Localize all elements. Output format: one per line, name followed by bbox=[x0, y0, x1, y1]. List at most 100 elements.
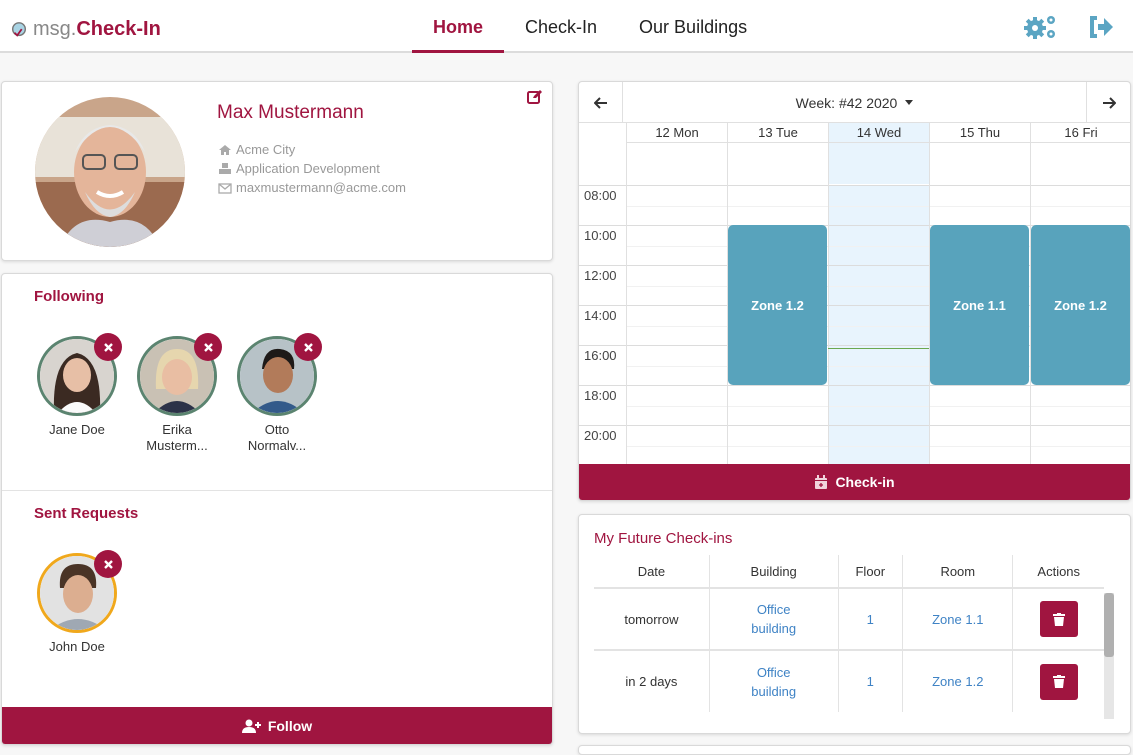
following-person[interactable]: Otto Normalv... bbox=[237, 333, 322, 454]
profile-name: Max Mustermann bbox=[217, 102, 364, 123]
all-day-cell[interactable] bbox=[1030, 142, 1130, 184]
cubes-icon bbox=[219, 162, 231, 174]
half-hour-line bbox=[626, 406, 1130, 407]
prev-week-button[interactable] bbox=[579, 82, 623, 123]
home-icon bbox=[219, 144, 231, 155]
person-name: Otto Normalv... bbox=[247, 422, 307, 453]
envelope-icon bbox=[218, 182, 232, 194]
week-calendar: Week: #42 2020 12 Mon 13 Tue 14 Wed 15 Thu 1… bbox=[578, 81, 1131, 501]
all-day-cell[interactable] bbox=[727, 142, 828, 184]
main-nav: Home Check-In Our Buildings bbox=[412, 0, 768, 53]
time-row: 18:00 bbox=[579, 385, 1130, 425]
building-link[interactable]: Office building bbox=[744, 600, 804, 638]
room-link[interactable]: Zone 1.2 bbox=[932, 674, 983, 689]
check-in-button[interactable]: Check-in bbox=[579, 464, 1130, 500]
column-header: Floor bbox=[837, 555, 903, 588]
close-icon bbox=[203, 342, 213, 352]
time-label: 16:00 bbox=[584, 348, 617, 363]
logo-name: Check-In bbox=[76, 18, 161, 40]
time-row: 20:00 bbox=[579, 425, 1130, 465]
floor-link[interactable]: 1 bbox=[867, 612, 874, 627]
nav-check-in[interactable]: Check-In bbox=[504, 0, 618, 53]
time-label: 08:00 bbox=[584, 188, 617, 203]
all-day-cell[interactable] bbox=[626, 142, 727, 184]
half-hour-line bbox=[626, 446, 1130, 447]
following-person[interactable]: Jane Doe bbox=[37, 333, 122, 454]
following-list: Jane Doe Erika Musterm... Otto Normalv... bbox=[37, 333, 322, 454]
section-divider bbox=[2, 490, 552, 491]
profile-location: Acme City bbox=[218, 140, 406, 159]
nav-home[interactable]: Home bbox=[412, 0, 505, 53]
day-header: 12 Mon bbox=[626, 123, 727, 142]
unfollow-button[interactable] bbox=[94, 333, 122, 361]
profile-avatar bbox=[35, 97, 185, 247]
column-header: Actions bbox=[1012, 555, 1104, 588]
next-week-button[interactable] bbox=[1086, 82, 1130, 123]
calendar-event[interactable]: Zone 1.2 bbox=[728, 225, 827, 385]
close-icon bbox=[103, 342, 113, 352]
current-time-line bbox=[828, 348, 929, 350]
caret-down-icon bbox=[905, 100, 914, 105]
delete-button[interactable] bbox=[1039, 601, 1078, 637]
follow-button[interactable]: Follow bbox=[2, 707, 552, 744]
profile-email: maxmustermann@acme.com bbox=[218, 178, 406, 197]
follow-label: Follow bbox=[267, 717, 313, 734]
room-link[interactable]: Zone 1.1 bbox=[932, 612, 983, 627]
date-cell: in 2 days bbox=[594, 649, 710, 712]
all-day-cell[interactable] bbox=[828, 142, 929, 184]
sent-requests-title: Sent Requests bbox=[34, 505, 139, 522]
time-label: 18:00 bbox=[584, 388, 617, 403]
person-name: Jane Doe bbox=[49, 422, 105, 437]
column-header: Building bbox=[708, 555, 838, 588]
following-person[interactable]: Erika Musterm... bbox=[137, 333, 222, 454]
table-scrollbar[interactable] bbox=[1104, 593, 1114, 719]
half-hour-line bbox=[626, 206, 1130, 207]
calendar-grid: 12 Mon 13 Tue 14 Wed 15 Thu 16 Fri 08:00 10:00… bbox=[579, 123, 1130, 466]
time-label: 14:00 bbox=[584, 308, 617, 323]
calendar-event[interactable]: Zone 1.1 bbox=[930, 225, 1029, 385]
check-in-label: Check-in bbox=[835, 474, 895, 490]
week-selector[interactable]: Week: #42 2020 bbox=[623, 82, 1086, 123]
calendar-header: Week: #42 2020 bbox=[579, 82, 1130, 123]
future-checkins-card: My Future Check-ins Date Building Floor … bbox=[578, 514, 1131, 734]
nav-our-buildings[interactable]: Our Buildings bbox=[618, 0, 768, 53]
time-label: 20:00 bbox=[584, 428, 617, 443]
day-header: 16 Fri bbox=[1030, 123, 1130, 142]
future-checkins-table: Date Building Floor Room Actions tomorro… bbox=[594, 555, 1104, 712]
social-card: Following Jane Doe Erika Musterm... Otto N… bbox=[1, 273, 553, 745]
table-row: tomorrow Office building 1 Zone 1.1 bbox=[594, 587, 1104, 650]
unfollow-button[interactable] bbox=[194, 333, 222, 361]
cancel-request-button[interactable] bbox=[94, 550, 122, 578]
unfollow-button[interactable] bbox=[294, 333, 322, 361]
column-header: Room bbox=[902, 555, 1013, 588]
scrollbar-thumb[interactable] bbox=[1104, 593, 1114, 657]
person-name: Erika Musterm... bbox=[146, 422, 208, 453]
calendar-event[interactable]: Zone 1.2 bbox=[1031, 225, 1130, 385]
building-link[interactable]: Office building bbox=[744, 663, 804, 701]
sent-request-person[interactable]: John Doe bbox=[37, 550, 122, 655]
user-plus-icon bbox=[241, 719, 261, 733]
arrow-right-icon bbox=[1102, 96, 1116, 109]
edit-icon[interactable] bbox=[527, 89, 543, 104]
arrow-left-icon bbox=[593, 96, 607, 109]
gears-icon[interactable] bbox=[1023, 13, 1059, 41]
time-label: 12:00 bbox=[584, 268, 617, 283]
sent-requests-list: John Doe bbox=[37, 550, 122, 655]
person-name: John Doe bbox=[49, 639, 105, 654]
profile-card: Max Mustermann Acme City Application Dev… bbox=[1, 81, 553, 261]
location-check-icon bbox=[11, 21, 27, 37]
time-label: 10:00 bbox=[584, 228, 617, 243]
app-logo[interactable]: msg. Check-In bbox=[10, 18, 161, 41]
column-line bbox=[626, 184, 627, 466]
all-day-cell[interactable] bbox=[929, 142, 1030, 184]
day-header: 15 Thu bbox=[929, 123, 1030, 142]
table-row: in 2 days Office building 1 Zone 1.2 bbox=[594, 649, 1104, 712]
column-line bbox=[828, 184, 829, 466]
close-icon bbox=[303, 342, 313, 352]
department-text: Application Development bbox=[236, 161, 380, 176]
time-row: 08:00 bbox=[579, 185, 1130, 225]
floor-link[interactable]: 1 bbox=[867, 674, 874, 689]
sign-out-icon[interactable] bbox=[1087, 13, 1115, 41]
top-navbar: msg. Check-In Home Check-In Our Buildings bbox=[0, 0, 1133, 53]
delete-button[interactable] bbox=[1039, 663, 1078, 700]
